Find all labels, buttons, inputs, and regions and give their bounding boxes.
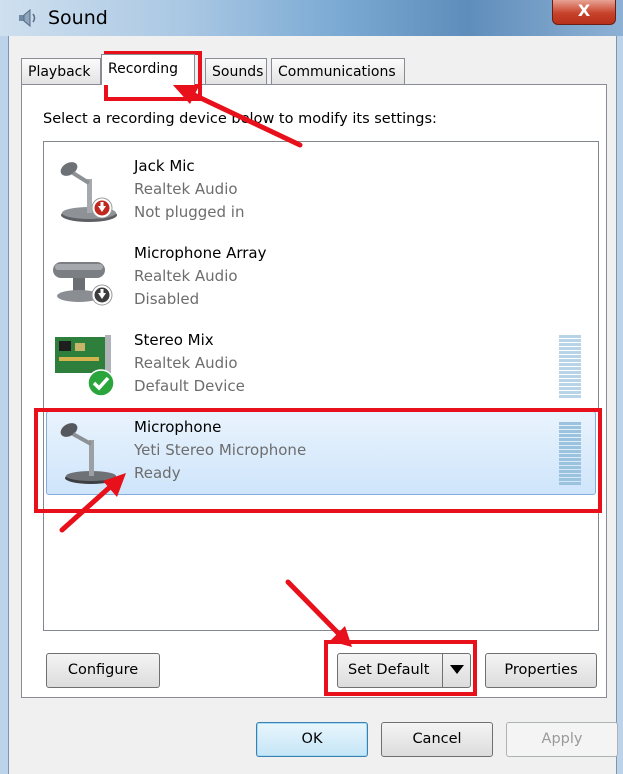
recording-device-list[interactable]: Jack Mic Realtek Audio Not plugged in Mi…: [43, 141, 599, 631]
device-driver: Realtek Audio: [134, 180, 238, 198]
red-down-arrow-icon: [91, 197, 113, 219]
level-meter: [559, 422, 581, 486]
device-stereo-mix[interactable]: Stereo Mix Realtek Audio Default Device: [46, 324, 596, 408]
device-name: Stereo Mix: [134, 331, 214, 349]
configure-button[interactable]: Configure: [46, 653, 160, 688]
ok-button[interactable]: OK: [256, 722, 368, 757]
window-title: Sound: [48, 7, 108, 29]
title-bar: Sound X: [0, 0, 623, 36]
instruction-text: Select a recording device below to modif…: [43, 111, 437, 127]
device-driver: Realtek Audio: [134, 354, 238, 372]
device-jack-mic[interactable]: Jack Mic Realtek Audio Not plugged in: [46, 150, 596, 234]
device-name: Microphone Array: [134, 244, 267, 262]
close-button[interactable]: X: [552, 0, 616, 25]
device-driver: Yeti Stereo Microphone: [134, 441, 307, 459]
device-driver: Realtek Audio: [134, 267, 238, 285]
tab-sounds[interactable]: Sounds: [205, 58, 267, 84]
tab-communications[interactable]: Communications: [271, 58, 405, 84]
desk-microphone-icon: [60, 423, 117, 484]
cancel-button[interactable]: Cancel: [381, 722, 493, 757]
device-status: Ready: [134, 464, 181, 482]
split-button-divider: [442, 654, 443, 687]
apply-button[interactable]: Apply: [506, 722, 618, 757]
tab-playback[interactable]: Playback: [21, 58, 101, 84]
device-status: Disabled: [134, 290, 200, 308]
device-status: Default Device: [134, 377, 245, 395]
device-name: Jack Mic: [134, 157, 195, 175]
tab-recording[interactable]: Recording: [101, 54, 195, 85]
device-microphone-array[interactable]: Microphone Array Realtek Audio Disabled: [46, 237, 596, 321]
speaker-icon: [19, 9, 36, 27]
set-default-dropdown-icon[interactable]: [450, 665, 464, 674]
device-status: Not plugged in: [134, 203, 245, 221]
set-default-label: Set Default: [348, 662, 430, 678]
level-meter: [559, 335, 581, 399]
properties-button[interactable]: Properties: [485, 653, 597, 688]
device-microphone[interactable]: Microphone Yeti Stereo Microphone Ready: [46, 411, 596, 495]
device-name: Microphone: [134, 418, 222, 436]
green-check-icon: [87, 369, 115, 397]
gray-down-arrow-icon: [91, 284, 113, 306]
